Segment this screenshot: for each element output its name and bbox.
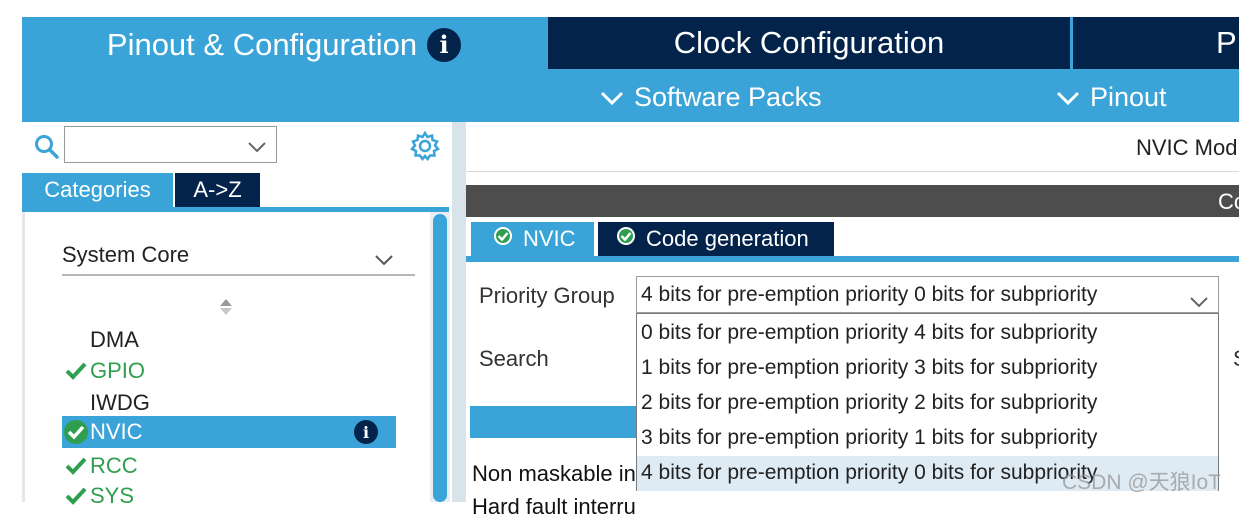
check-circle-icon bbox=[616, 226, 636, 252]
tab-clock-label: Clock Configuration bbox=[673, 25, 945, 60]
check-circle-icon bbox=[493, 226, 513, 252]
chevron-down-icon bbox=[600, 90, 624, 106]
list-item-dma[interactable]: DMA bbox=[62, 324, 396, 356]
check-icon bbox=[62, 457, 90, 475]
category-label: System Core bbox=[62, 242, 190, 267]
mode-panel-title: NVIC Mod bbox=[466, 122, 1239, 172]
mode-title-text: NVIC Mod bbox=[1136, 135, 1238, 160]
categories-button[interactable]: Categories bbox=[22, 173, 173, 207]
list-item-sys[interactable]: SYS bbox=[62, 480, 396, 512]
priority-group-value: 4 bits for pre-emption priority 0 bits f… bbox=[641, 283, 1098, 306]
search-icon[interactable] bbox=[34, 134, 60, 165]
tab-code-generation-label: Code generation bbox=[646, 226, 809, 251]
table-row[interactable]: Hard fault interrupt bbox=[472, 494, 636, 520]
configuration-header: Co bbox=[466, 185, 1239, 217]
categories-button-label: Categories bbox=[44, 177, 151, 202]
search-label: Search bbox=[479, 346, 549, 371]
tab-nvic[interactable]: NVIC bbox=[471, 222, 594, 256]
divider bbox=[62, 274, 415, 276]
priority-group-select[interactable]: 4 bits for pre-emption priority 0 bits f… bbox=[636, 276, 1219, 313]
scrollbar-thumb[interactable] bbox=[433, 214, 447, 502]
tab-project-manager[interactable]: P bbox=[1073, 17, 1239, 69]
dropdown-option[interactable]: 3 bits for pre-emption priority 1 bits f… bbox=[637, 421, 1218, 456]
watermark: CSDN @天狼IoT bbox=[1062, 471, 1221, 494]
tab-clock-configuration[interactable]: Clock Configuration bbox=[548, 17, 1070, 69]
gear-icon[interactable] bbox=[410, 130, 440, 166]
tab-code-generation[interactable]: Code generation bbox=[598, 222, 834, 256]
list-item-label: SYS bbox=[90, 483, 135, 508]
list-item-rcc[interactable]: RCC bbox=[62, 450, 396, 482]
dropdown-option[interactable]: 1 bits for pre-emption priority 3 bits f… bbox=[637, 351, 1218, 386]
info-icon[interactable]: i bbox=[427, 27, 462, 62]
list-item-gpio[interactable]: GPIO bbox=[62, 355, 396, 387]
table-row[interactable]: Non maskable interrupt bbox=[472, 461, 636, 487]
configuration-title-text: Co bbox=[1218, 189, 1239, 214]
list-item-label: RCC bbox=[90, 453, 138, 478]
tab-project-label: P bbox=[1216, 25, 1237, 60]
list-item-label: NVIC bbox=[90, 419, 143, 444]
chevron-down-icon bbox=[248, 140, 266, 158]
dropdown-option[interactable]: 0 bits for pre-emption priority 4 bits f… bbox=[637, 316, 1218, 351]
check-icon bbox=[62, 362, 90, 380]
priority-group-label: Priority Group bbox=[479, 283, 615, 308]
tab-pinout-configuration[interactable]: Pinout & Configuration i bbox=[22, 17, 546, 72]
pinout-menu-label: Pinout bbox=[1090, 82, 1167, 112]
software-packs-menu[interactable]: Software Packs bbox=[600, 82, 822, 113]
category-system-core[interactable]: System Core bbox=[62, 240, 415, 276]
a-to-z-button-label: A->Z bbox=[193, 177, 242, 202]
sort-icon[interactable] bbox=[219, 298, 233, 321]
list-item-label: DMA bbox=[90, 327, 139, 352]
divider bbox=[22, 207, 449, 212]
info-icon[interactable]: i bbox=[354, 420, 378, 444]
divider bbox=[22, 212, 25, 502]
table-header bbox=[470, 406, 636, 438]
tab-pinout-label: Pinout & Configuration bbox=[106, 26, 418, 62]
check-circle-icon bbox=[62, 419, 90, 445]
list-item-iwdg[interactable]: IWDG bbox=[62, 387, 396, 419]
chevron-down-icon bbox=[375, 246, 393, 272]
categories-panel: Categories A->Z System Core DMA GPIO IWD… bbox=[22, 122, 452, 508]
pinout-menu[interactable]: Pinout bbox=[1056, 82, 1167, 113]
a-to-z-button[interactable]: A->Z bbox=[175, 173, 260, 207]
search-partial-label: S bbox=[1233, 346, 1239, 372]
software-packs-label: Software Packs bbox=[634, 82, 822, 112]
tab-nvic-label: NVIC bbox=[523, 226, 576, 251]
search-combobox[interactable] bbox=[64, 126, 277, 163]
secondary-menu-bar: Software Packs Pinout bbox=[22, 72, 1239, 122]
chevron-down-icon bbox=[1190, 290, 1208, 314]
list-item-label: GPIO bbox=[90, 358, 146, 383]
check-icon bbox=[62, 487, 90, 505]
dropdown-option[interactable]: 2 bits for pre-emption priority 2 bits f… bbox=[637, 386, 1218, 421]
divider bbox=[466, 256, 1239, 262]
priority-group-dropdown-list: 0 bits for pre-emption priority 4 bits f… bbox=[636, 313, 1219, 491]
chevron-down-icon bbox=[1056, 90, 1080, 106]
panel-splitter[interactable] bbox=[452, 122, 466, 502]
list-item-nvic[interactable]: NVIC i bbox=[62, 416, 396, 448]
list-item-label: IWDG bbox=[90, 390, 150, 415]
